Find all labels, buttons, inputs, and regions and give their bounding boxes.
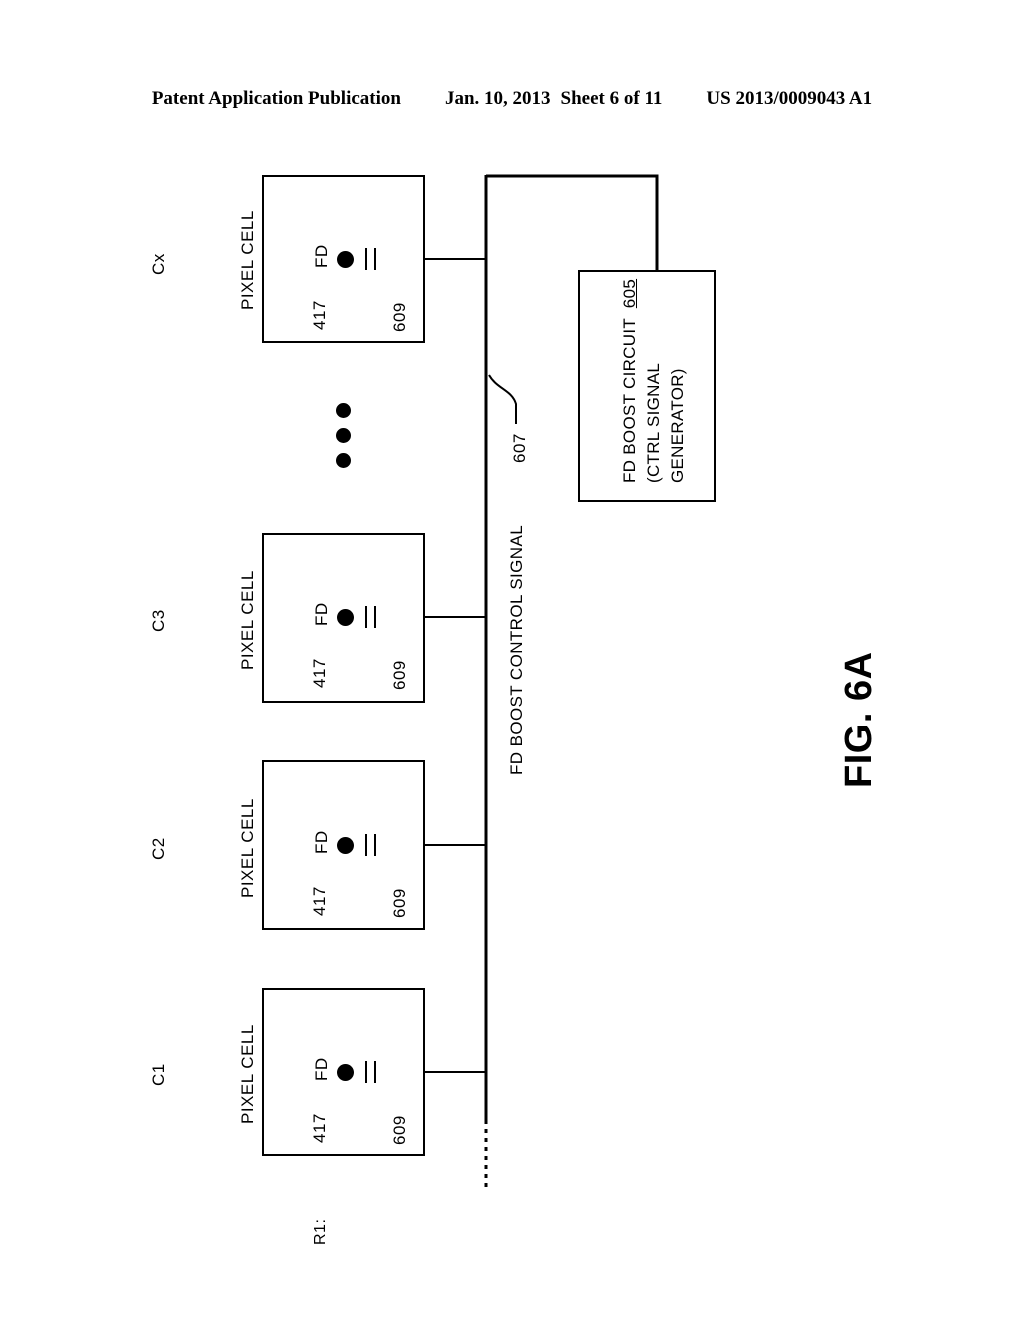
leader-607 (488, 374, 517, 424)
bus-control-signal-label: FD BOOST CONTROL SIGNAL (507, 524, 526, 775)
row-label-r1: R1: (312, 1218, 329, 1245)
capacitor-plate-a-cx (365, 248, 367, 270)
capacitor-plate-b-c3 (374, 606, 376, 628)
fd-boost-circuit-ref: 605 (620, 278, 639, 309)
fd-boost-circuit-title: FD BOOST CIRCUIT 605 (620, 278, 639, 483)
fd-node-label-c3: FD (312, 602, 331, 626)
patent-figure-page: Patent Application Publication Jan. 10, … (0, 0, 1024, 1320)
ref-607: 607 (510, 433, 529, 463)
ref-417-cx: 417 (310, 300, 329, 330)
capacitor-plate-a-c3 (365, 606, 367, 628)
column-label-c2: C2 (149, 837, 168, 860)
fd-node-dot-c2 (337, 837, 354, 854)
pixel-cell-label-cx: PIXEL CELL (238, 210, 257, 310)
ref-609-cx: 609 (390, 302, 409, 332)
column-label-cx: Cx (149, 253, 168, 275)
ref-417-c2: 417 (310, 886, 329, 916)
figure-label: FIG. 6A (838, 651, 880, 788)
header-date: Jan. 10, 2013 (444, 88, 551, 109)
ref-417-c3: 417 (310, 658, 329, 688)
column-label-c1: C1 (149, 1063, 168, 1086)
ellipsis-dot-2 (336, 428, 351, 443)
fd-node-dot-c1 (337, 1064, 354, 1081)
page-header: Patent Application Publication Jan. 10, … (0, 88, 1024, 114)
capacitor-plate-a-c1 (365, 1061, 367, 1083)
fd-node-dot-c3 (337, 609, 354, 626)
fd-node-label-cx: FD (312, 244, 331, 268)
ellipsis-dot-1 (336, 403, 351, 418)
bus-to-boost-circuit (486, 174, 659, 270)
header-sheet: Sheet 6 of 11 (560, 88, 663, 109)
fd-boost-circuit-line3: GENERATOR) (668, 368, 687, 483)
capacitor-plate-a-c2 (365, 834, 367, 856)
capacitor-plate-b-c2 (374, 834, 376, 856)
fd-node-label-c2: FD (312, 830, 331, 854)
capacitor-plate-b-cx (374, 248, 376, 270)
capacitor-plate-b-c1 (374, 1061, 376, 1083)
fd-node-dot-cx (337, 251, 354, 268)
ref-417-c1: 417 (310, 1113, 329, 1143)
fd-boost-circuit-title-text: FD BOOST CIRCUIT (620, 318, 639, 483)
pixel-cell-label-c1: PIXEL CELL (238, 1024, 257, 1124)
ellipsis-dot-3 (336, 453, 351, 468)
column-label-c3: C3 (149, 609, 168, 632)
ref-609-c2: 609 (390, 888, 409, 918)
fd-node-label-c1: FD (312, 1057, 331, 1081)
pixel-cell-label-c2: PIXEL CELL (238, 798, 257, 898)
header-publication: Patent Application Publication (151, 88, 401, 109)
pixel-cell-label-c3: PIXEL CELL (238, 570, 257, 670)
fd-boost-circuit-line2: (CTRL SIGNAL (644, 362, 663, 483)
header-patent-number: US 2013/0009043 A1 (706, 88, 873, 109)
ref-609-c3: 609 (390, 660, 409, 690)
ref-609-c1: 609 (390, 1115, 409, 1145)
